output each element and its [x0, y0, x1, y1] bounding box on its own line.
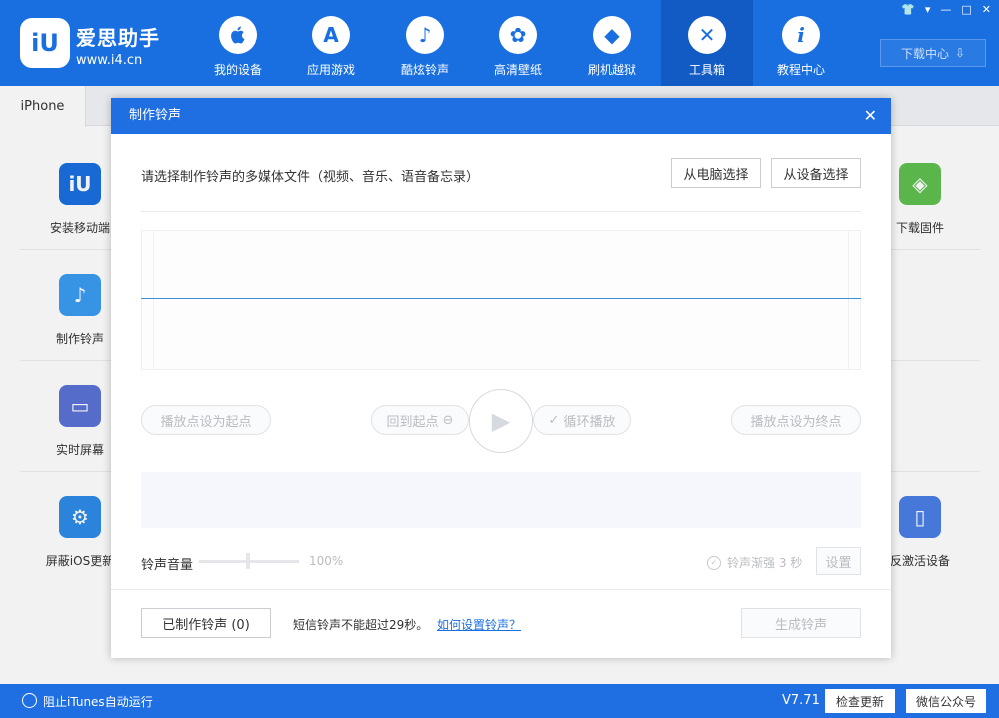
nav-toolbox[interactable]: ✕ 工具箱 — [661, 0, 753, 86]
checkmark-icon: ✓ — [548, 412, 560, 428]
divider — [141, 211, 861, 212]
wechat-account-button[interactable]: 微信公众号 — [906, 689, 986, 713]
file-info-box — [141, 472, 861, 528]
set-start-button[interactable]: 播放点设为起点 — [141, 405, 271, 435]
nav-label: 酷炫铃声 — [400, 63, 449, 77]
status-bar: 阻止iTunes自动运行 V7.71 检查更新 微信公众号 — [0, 684, 999, 718]
check-update-button[interactable]: 检查更新 — [825, 689, 895, 713]
top-header: iU 爱思助手 www.i4.cn 我的设备 A 应用游戏 ♪ 酷炫铃声 ✿ 高… — [0, 0, 999, 86]
play-icon: ▶ — [491, 407, 511, 435]
nav-wallpapers[interactable]: ✿ 高清壁纸 — [472, 0, 564, 86]
apple-icon — [219, 16, 257, 54]
make-ringtone-dialog: 制作铃声 ✕ 请选择制作铃声的多媒体文件（视频、音乐、语音备忘录） 从电脑选择 … — [111, 98, 891, 658]
nav-label: 刷机越狱 — [587, 63, 636, 77]
volume-percent: 100% — [309, 554, 344, 568]
download-icon: ⇩ — [954, 46, 966, 60]
nav-tutorials[interactable]: i 教程中心 — [755, 0, 847, 86]
download-center-label: 下载中心 — [900, 46, 949, 61]
select-from-device-button[interactable]: 从设备选择 — [771, 158, 861, 188]
download-center-button[interactable]: 下载中心 ⇩ — [880, 39, 986, 67]
volume-slider-handle[interactable] — [246, 553, 250, 569]
skin-icon[interactable]: 👕 — [901, 3, 915, 16]
sms-limit-note: 短信铃声不能超过29秒。 — [293, 618, 429, 632]
nav-flash-jailbreak[interactable]: ◆ 刷机越狱 — [566, 0, 658, 86]
close-icon[interactable]: ✕ — [864, 98, 877, 134]
dialog-title: 制作铃声 — [129, 108, 182, 123]
app-branding: 爱思助手 www.i4.cn — [76, 22, 160, 68]
divider — [111, 589, 891, 590]
tools-icon: ✕ — [688, 16, 726, 54]
nav-apps-games[interactable]: A 应用游戏 — [285, 0, 377, 86]
checkmark-icon: ✓ — [707, 555, 721, 570]
i4-logo-icon: iU — [20, 18, 70, 68]
version-label: V7.71 — [782, 693, 820, 708]
minimize-icon[interactable]: — — [940, 3, 951, 16]
play-button[interactable]: ▶ — [469, 389, 533, 453]
window-controls: 👕 ▾ — □ ✕ — [901, 3, 991, 16]
rewind-icon: ⊖ — [442, 412, 454, 428]
maximize-icon[interactable]: □ — [961, 3, 971, 16]
nav-my-device[interactable]: 我的设备 — [192, 0, 284, 86]
nav-label: 教程中心 — [776, 63, 825, 77]
fade-settings-button[interactable]: 设置 — [816, 547, 861, 575]
back-to-start-button[interactable]: 回到起点 ⊖ — [371, 405, 469, 435]
block-itunes-label[interactable]: 阻止iTunes自动运行 — [43, 693, 153, 710]
close-window-icon[interactable]: ✕ — [982, 3, 991, 16]
generate-ringtone-button[interactable]: 生成铃声 — [741, 608, 861, 638]
waveform-area[interactable] — [141, 230, 861, 370]
nav-label: 高清壁纸 — [493, 63, 542, 77]
dialog-header: 制作铃声 ✕ — [111, 98, 891, 134]
waveform-grid — [141, 230, 861, 370]
nav-ringtones[interactable]: ♪ 酷炫铃声 — [379, 0, 471, 86]
volume-label: 铃声音量 — [141, 558, 194, 573]
select-file-prompt: 请选择制作铃声的多媒体文件（视频、音乐、语音备忘录） — [141, 170, 480, 185]
info-icon: i — [782, 16, 820, 54]
waveform-baseline — [141, 298, 861, 299]
howto-set-ringtone-link[interactable]: 如何设置铃声？ — [437, 616, 521, 633]
select-from-pc-button[interactable]: 从电脑选择 — [671, 158, 761, 188]
app-store-icon: A — [312, 16, 350, 54]
flower-icon: ✿ — [499, 16, 537, 54]
fade-in-option[interactable]: ✓ 铃声渐强 3 秒 — [707, 554, 802, 571]
nav-label: 工具箱 — [688, 63, 725, 77]
itunes-toggle-icon[interactable] — [22, 693, 37, 708]
back-to-start-label: 回到起点 — [386, 414, 439, 430]
dropbox-icon: ◆ — [593, 16, 631, 54]
menu-icon[interactable]: ▾ — [925, 3, 931, 16]
app-name: 爱思助手 — [76, 26, 160, 50]
fade-in-label: 铃声渐强 3 秒 — [727, 556, 803, 570]
loop-play-button[interactable]: ✓ 循环播放 — [533, 405, 631, 435]
made-ringtones-button[interactable]: 已制作铃声 (0) — [141, 608, 271, 638]
bell-icon: ♪ — [406, 16, 444, 54]
set-end-button[interactable]: 播放点设为终点 — [731, 405, 861, 435]
loop-play-label: 循环播放 — [563, 414, 616, 430]
nav-label: 应用游戏 — [306, 63, 355, 77]
nav-label: 我的设备 — [213, 63, 262, 77]
app-url: www.i4.cn — [76, 53, 143, 68]
